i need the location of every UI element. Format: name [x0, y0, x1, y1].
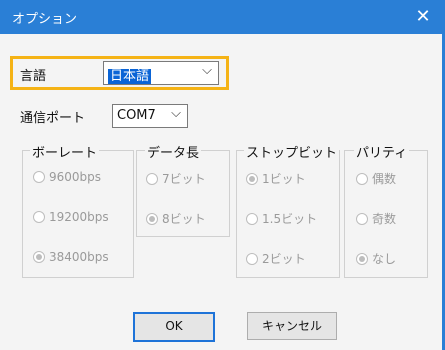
data-length-title: データ長 [145, 142, 202, 161]
chevron-down-icon: ⌵ [171, 106, 181, 121]
close-icon: ✕ [415, 6, 431, 27]
close-button[interactable]: ✕ [401, 0, 445, 34]
stop-bit-title: ストップビット [244, 142, 340, 161]
language-value: 日本語 [108, 69, 152, 84]
baud-rate-title: ボーレート [30, 142, 100, 161]
data-7bit-radio[interactable]: 7ビット [146, 170, 206, 187]
baud-19200-radio[interactable]: 19200bps [33, 210, 109, 224]
language-select[interactable]: 日本語 ⌵ [103, 61, 219, 85]
ok-button[interactable]: OK [133, 312, 215, 342]
window-title: オプション [12, 12, 78, 27]
baud-38400-radio[interactable]: 38400bps [33, 250, 109, 264]
cancel-button[interactable]: キャンセル [247, 312, 337, 340]
parity-odd-radio[interactable]: 奇数 [356, 210, 396, 227]
stop-1.5bit-radio[interactable]: 1.5ビット [246, 210, 317, 227]
parity-none-radio[interactable]: なし [356, 250, 396, 267]
title-bar[interactable]: オプション ✕ [0, 0, 445, 34]
chevron-down-icon: ⌵ [202, 63, 212, 78]
data-8bit-radio[interactable]: 8ビット [146, 210, 206, 227]
parity-even-radio[interactable]: 偶数 [356, 170, 396, 187]
parity-title: パリティ [354, 142, 410, 161]
baud-9600-radio[interactable]: 9600bps [33, 170, 101, 184]
stop-2bit-radio[interactable]: 2ビット [246, 250, 306, 267]
port-value: COM7 [117, 108, 156, 123]
port-label: 通信ポート [20, 111, 86, 126]
port-select[interactable]: COM7 ⌵ [112, 104, 188, 128]
stop-1bit-radio[interactable]: 1ビット [246, 170, 306, 187]
language-label: 言語 [20, 69, 47, 84]
